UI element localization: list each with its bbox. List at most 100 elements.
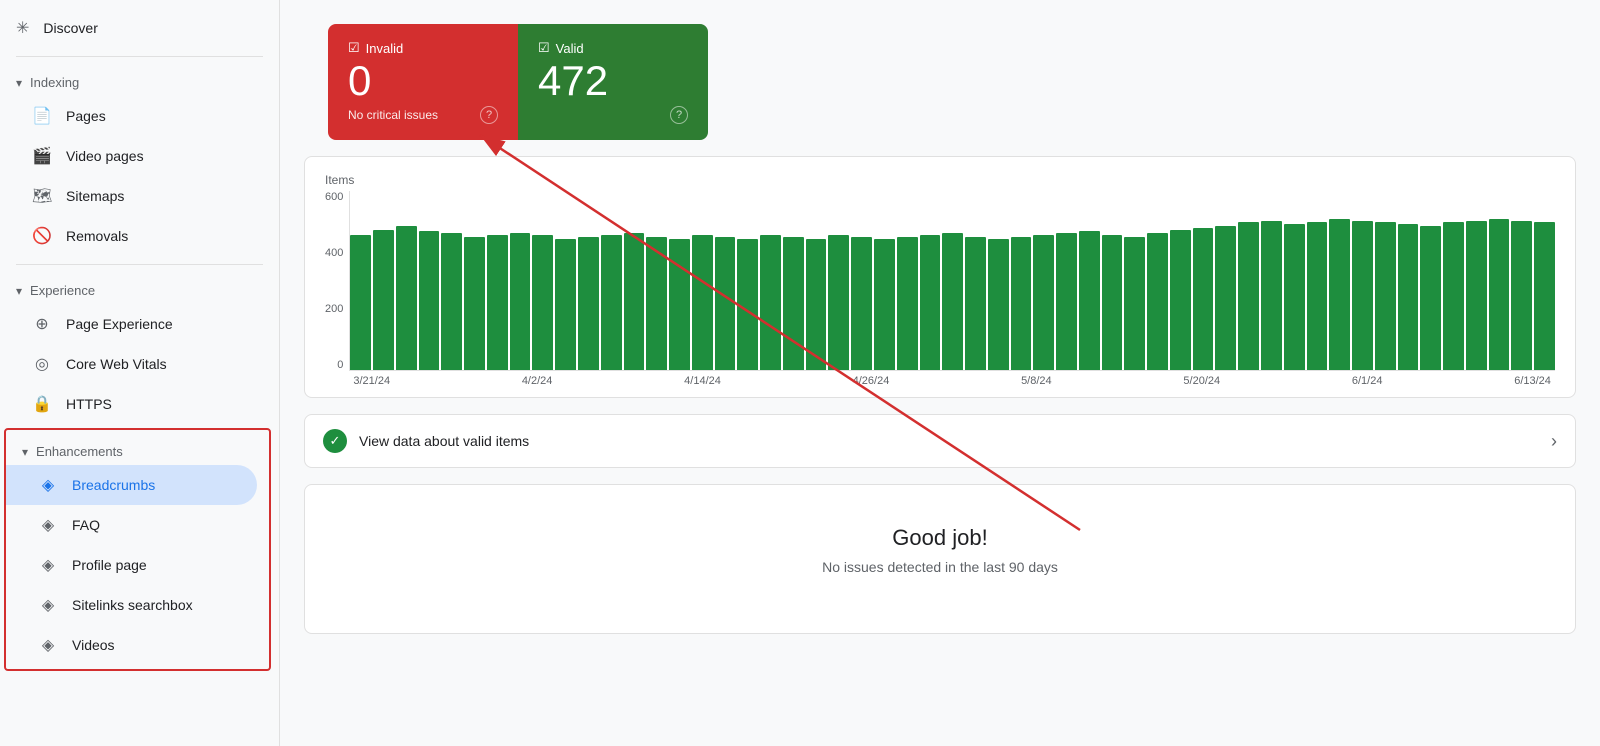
valid-card: ☑ Valid 472 ? <box>518 24 708 140</box>
chart-right: 3/21/24 4/2/24 4/14/24 4/26/24 5/8/24 5/… <box>349 191 1555 387</box>
chevron-experience-icon: ▾ <box>16 284 22 298</box>
chart-wrapper: 600 400 200 0 3/21/24 4/2/24 4/14/24 4/2… <box>325 191 1555 387</box>
breadcrumbs-icon: ◈ <box>38 475 58 495</box>
chart-bar <box>373 230 394 370</box>
videos-label: Videos <box>72 637 115 653</box>
divider-2 <box>16 264 263 265</box>
videos-icon: ◈ <box>38 635 58 655</box>
chart-bar <box>715 237 736 370</box>
chart-bar <box>532 235 553 370</box>
chart-bar <box>578 237 599 370</box>
sitelinks-searchbox-icon: ◈ <box>38 595 58 615</box>
valid-help-icon[interactable]: ? <box>670 106 688 124</box>
chart-bar <box>897 237 918 370</box>
chart-bar <box>1284 224 1305 370</box>
chart-bar <box>396 226 417 370</box>
chart-bar <box>806 239 827 370</box>
x-label-1: 4/2/24 <box>522 375 553 387</box>
x-label-5: 5/20/24 <box>1183 375 1220 387</box>
chart-bar <box>510 233 531 370</box>
pages-icon: 📄 <box>32 106 52 126</box>
sidebar-item-sitelinks-searchbox[interactable]: ◈ Sitelinks searchbox <box>6 585 257 625</box>
x-label-4: 5/8/24 <box>1021 375 1052 387</box>
sidebar-discover-label: Discover <box>43 20 97 36</box>
chart-bar <box>624 233 645 370</box>
x-labels: 3/21/24 4/2/24 4/14/24 4/26/24 5/8/24 5/… <box>349 375 1555 387</box>
sidebar-item-https[interactable]: 🔒 HTTPS <box>0 384 267 424</box>
removals-label: Removals <box>66 228 128 244</box>
valid-label: Valid <box>556 41 584 56</box>
view-data-label: View data about valid items <box>359 433 529 449</box>
sidebar-section-experience[interactable]: ▾ Experience <box>0 273 279 304</box>
invalid-count: 0 <box>348 60 498 102</box>
view-data-left: ✓ View data about valid items <box>323 429 529 453</box>
invalid-help-icon[interactable]: ? <box>480 106 498 124</box>
chevron-enhancements-icon: ▾ <box>22 445 28 459</box>
chart-bar <box>874 239 895 370</box>
chart-bar <box>1489 219 1510 370</box>
sidebar: ✳ Discover ▾ Indexing 📄 Pages 🎬 Video pa… <box>0 0 280 746</box>
sidebar-item-core-web-vitals[interactable]: ◎ Core Web Vitals <box>0 344 267 384</box>
chart-bar <box>601 235 622 370</box>
chart-bar <box>1238 222 1259 370</box>
chart-bar <box>1079 231 1100 370</box>
chart-bar <box>1534 222 1555 370</box>
view-data-row[interactable]: ✓ View data about valid items › <box>304 414 1576 468</box>
chart-bar <box>1511 221 1532 370</box>
invalid-label-row: ☑ Invalid <box>348 40 498 56</box>
invalid-label: Invalid <box>366 41 404 56</box>
sidebar-section-indexing[interactable]: ▾ Indexing <box>0 65 279 96</box>
faq-icon: ◈ <box>38 515 58 535</box>
sidebar-item-discover[interactable]: ✳ Discover <box>0 8 279 48</box>
invalid-sub: No critical issues <box>348 108 438 122</box>
invalid-card: ☑ Invalid 0 No critical issues ? <box>328 24 518 140</box>
sidebar-item-pages[interactable]: 📄 Pages <box>0 96 267 136</box>
x-label-2: 4/14/24 <box>684 375 721 387</box>
chart-bar <box>920 235 941 370</box>
sidebar-section-enhancements[interactable]: ▾ Enhancements <box>6 434 269 465</box>
valid-checkbox-icon: ☑ <box>538 40 550 56</box>
bars-container <box>349 191 1555 371</box>
main-content: ☑ Invalid 0 No critical issues ? ☑ Valid… <box>280 0 1600 746</box>
sitelinks-searchbox-label: Sitelinks searchbox <box>72 597 193 613</box>
sidebar-item-page-experience[interactable]: ⊕ Page Experience <box>0 304 267 344</box>
chart-bar <box>1261 221 1282 370</box>
chart-bar <box>1352 221 1373 370</box>
sidebar-item-breadcrumbs[interactable]: ◈ Breadcrumbs <box>6 465 257 505</box>
chart-bar <box>1420 226 1441 370</box>
chart-bar <box>1375 222 1396 370</box>
chart-y-label: Items <box>325 173 1555 187</box>
sidebar-item-video-pages[interactable]: 🎬 Video pages <box>0 136 267 176</box>
chart-bar <box>1056 233 1077 370</box>
chart-bar <box>669 239 690 370</box>
chart-bar <box>1011 237 1032 370</box>
valid-sub-row: ? <box>538 106 688 124</box>
chart-bar <box>1170 230 1191 370</box>
check-circle-icon: ✓ <box>323 429 347 453</box>
chart-bar <box>419 231 440 370</box>
page-experience-label: Page Experience <box>66 316 173 332</box>
chart-bar <box>1307 222 1328 370</box>
indexing-label: Indexing <box>30 75 79 90</box>
chart-bar <box>828 235 849 370</box>
sitemaps-label: Sitemaps <box>66 188 124 204</box>
video-pages-label: Video pages <box>66 148 144 164</box>
chart-bar <box>851 237 872 370</box>
https-icon: 🔒 <box>32 394 52 414</box>
x-label-7: 6/13/24 <box>1514 375 1551 387</box>
chart-bar <box>646 237 667 370</box>
good-job-section: Good job! No issues detected in the last… <box>304 484 1576 634</box>
sidebar-item-faq[interactable]: ◈ FAQ <box>6 505 257 545</box>
valid-label-row: ☑ Valid <box>538 40 688 56</box>
y-label-400: 400 <box>325 247 343 259</box>
x-label-3: 4/26/24 <box>853 375 890 387</box>
experience-label: Experience <box>30 283 95 298</box>
sidebar-item-videos[interactable]: ◈ Videos <box>6 625 257 665</box>
chevron-right-icon: › <box>1551 431 1557 452</box>
sidebar-item-removals[interactable]: 🚫 Removals <box>0 216 267 256</box>
asterisk-icon: ✳ <box>16 18 29 38</box>
chart-bar <box>692 235 713 370</box>
sidebar-item-profile-page[interactable]: ◈ Profile page <box>6 545 257 585</box>
chart-bar <box>555 239 576 370</box>
sidebar-item-sitemaps[interactable]: 🗺 Sitemaps <box>0 176 267 216</box>
